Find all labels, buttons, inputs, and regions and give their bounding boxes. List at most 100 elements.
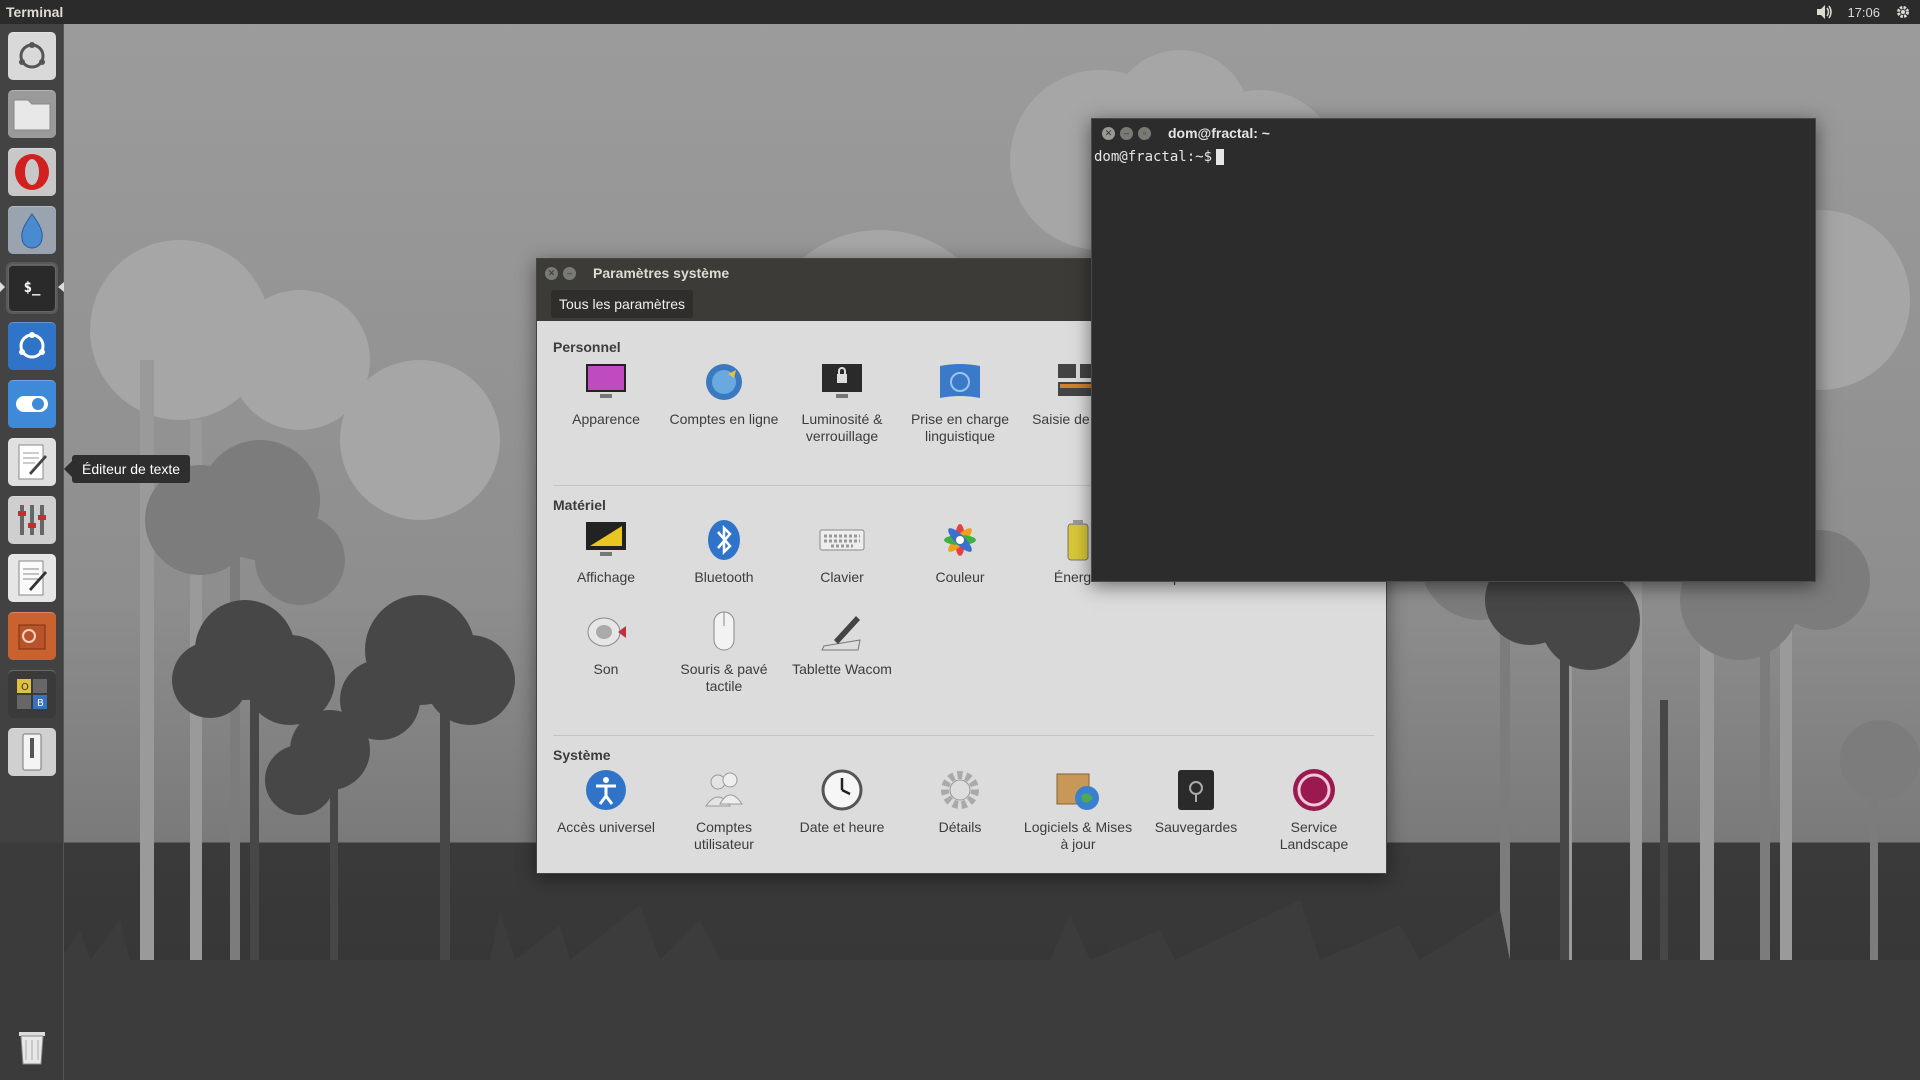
item-son[interactable]: Son <box>547 609 665 678</box>
item-label: Couleur <box>935 569 985 585</box>
svg-text:B: B <box>37 698 44 709</box>
notes-icon <box>18 560 47 596</box>
online-accounts-icon <box>706 364 742 400</box>
usb-drive-icon <box>22 733 42 771</box>
launcher-software-center-button[interactable] <box>6 320 58 372</box>
item-comptes-en-ligne[interactable]: Comptes en ligne <box>665 359 783 428</box>
keyboard-icon <box>819 529 865 551</box>
item-label: Clavier <box>820 569 864 585</box>
item-date-et-heure[interactable]: Date et heure <box>783 767 901 836</box>
item-clavier[interactable]: Clavier <box>783 517 901 586</box>
item-couleur[interactable]: Couleur <box>901 517 1019 586</box>
item-label: Luminosité & verrouillage <box>801 411 883 444</box>
volume-icon[interactable] <box>1815 3 1833 21</box>
settings-title: Paramètres système <box>593 265 730 281</box>
opera-icon <box>15 154 49 190</box>
launcher-tooltip: Éditeur de texte <box>63 455 191 483</box>
item-label: Service Landscape <box>1279 819 1349 852</box>
maximize-button[interactable]: ▫ <box>1138 126 1151 140</box>
clock[interactable]: 17:06 <box>1847 5 1880 20</box>
folder-icon <box>13 99 51 131</box>
item-apparence[interactable]: Apparence <box>547 359 665 428</box>
item-luminosite[interactable]: Luminosité & verrouillage <box>783 359 901 445</box>
language-flag-icon <box>940 364 980 398</box>
launcher-droplet-button[interactable] <box>6 204 58 256</box>
item-label: Comptes en ligne <box>669 411 779 427</box>
launcher-mixer-button[interactable] <box>6 494 58 546</box>
text-editor-icon <box>18 444 47 480</box>
item-logiciels[interactable]: Logiciels & Mises à jour <box>1019 767 1137 853</box>
ubuntu-logo-icon <box>19 42 45 69</box>
item-label: Apparence <box>572 411 640 427</box>
accessibility-icon <box>586 770 626 810</box>
backup-safe-icon <box>1178 770 1214 810</box>
terminal-body[interactable]: dom@fractal:~$ <box>1092 147 1815 167</box>
landscape-icon <box>1293 769 1335 811</box>
item-label: Bluetooth <box>694 569 754 585</box>
sound-speaker-icon <box>587 617 626 647</box>
section-divider <box>553 735 1374 736</box>
close-button[interactable]: ✕ <box>1102 126 1115 140</box>
ob-grid-icon: OB <box>17 679 47 709</box>
package-icon <box>18 624 46 650</box>
terminal-title: dom@fractal: ~ <box>1168 125 1270 141</box>
toggle-icon <box>16 396 48 412</box>
item-affichage[interactable]: Affichage <box>547 517 665 586</box>
terminal-window[interactable]: ✕ – ▫ dom@fractal: ~ dom@fractal:~$ <box>1091 118 1816 582</box>
software-updates-icon <box>1056 773 1099 810</box>
launcher-ob-app-button[interactable]: OB <box>6 668 58 720</box>
all-settings-button[interactable]: Tous les paramètres <box>551 290 694 318</box>
item-label: Détails <box>938 819 982 835</box>
launcher-terminal-button[interactable]: $_ <box>6 262 58 314</box>
bluetooth-icon <box>708 520 740 560</box>
item-label: Accès universel <box>556 819 656 835</box>
launcher-opera-button[interactable] <box>6 146 58 198</box>
item-label: Date et heure <box>799 819 885 835</box>
ubuntu-software-icon <box>19 332 45 359</box>
mixer-icon <box>18 505 46 535</box>
appearance-icon <box>586 364 626 398</box>
terminal-prompt-icon: $_ <box>23 280 41 296</box>
user-accounts-icon <box>705 772 743 807</box>
item-details[interactable]: Détails <box>901 767 1019 836</box>
minimize-button[interactable]: – <box>563 266 576 280</box>
lock-screen-icon <box>822 364 862 398</box>
item-prise-en-charge[interactable]: Prise en charge linguistique <box>901 359 1019 445</box>
gear-icon[interactable] <box>1894 3 1912 21</box>
item-souris[interactable]: Souris & pavé tactile <box>665 609 783 695</box>
item-label: Sauvegardes <box>1154 819 1238 835</box>
minimize-button[interactable]: – <box>1120 126 1133 140</box>
item-acces-universel[interactable]: Accès universel <box>547 767 665 836</box>
item-bluetooth[interactable]: Bluetooth <box>665 517 783 586</box>
launcher: $_ OB <box>0 24 64 1080</box>
launcher-files-button[interactable] <box>6 88 58 140</box>
color-icon <box>944 524 976 556</box>
launcher-usb-drive-button[interactable] <box>6 726 58 778</box>
details-gear-icon <box>941 771 979 809</box>
top-panel: Terminal 17:06 <box>0 0 1920 24</box>
clock-icon <box>821 769 863 811</box>
item-label: Souris & pavé tactile <box>680 661 768 694</box>
launcher-dash-button[interactable] <box>6 30 58 82</box>
launcher-toggle-app-button[interactable] <box>6 378 58 430</box>
section-title: Système <box>553 747 611 763</box>
item-label: Comptes utilisateur <box>694 819 754 852</box>
terminal-titlebar[interactable]: ✕ – ▫ dom@fractal: ~ <box>1092 119 1815 147</box>
trash-icon <box>19 1032 45 1065</box>
tablet-pen-icon <box>821 616 861 651</box>
svg-text:O: O <box>21 682 29 693</box>
item-tablette-wacom[interactable]: Tablette Wacom <box>783 609 901 678</box>
item-sauvegardes[interactable]: Sauvegardes <box>1137 767 1255 836</box>
launcher-trash-button[interactable] <box>6 1020 58 1072</box>
terminal-prompt: dom@fractal:~$ <box>1094 149 1213 165</box>
close-button[interactable]: ✕ <box>545 266 558 280</box>
launcher-notes-button[interactable] <box>6 552 58 604</box>
display-icon <box>586 522 626 556</box>
mouse-icon <box>713 611 735 651</box>
item-service-landscape[interactable]: Service Landscape <box>1255 767 1373 853</box>
launcher-text-editor-button[interactable] <box>6 436 58 488</box>
launcher-ubuntu-box-button[interactable] <box>6 610 58 662</box>
item-comptes-utilisateur[interactable]: Comptes utilisateur <box>665 767 783 853</box>
item-label: Logiciels & Mises à jour <box>1023 819 1133 852</box>
section-systeme: Système Accès universel Comptes utilisat… <box>537 747 1386 867</box>
